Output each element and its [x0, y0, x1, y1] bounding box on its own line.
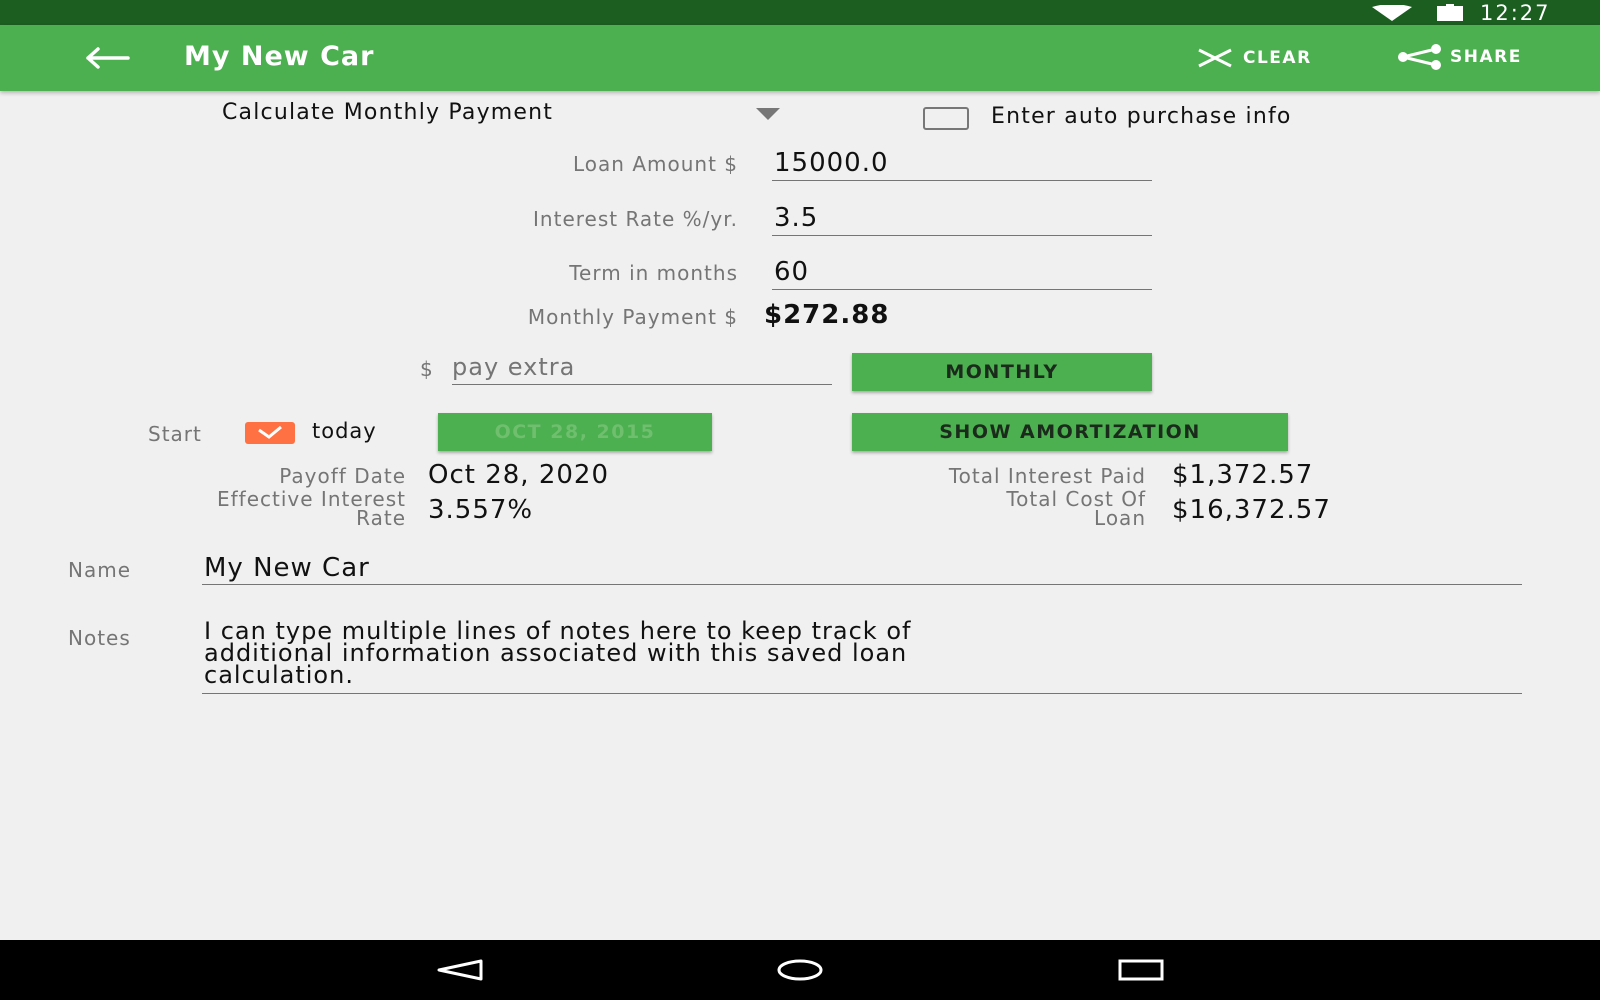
- total-cost-value: $16,372.57: [1172, 495, 1331, 525]
- total-cost-label-line2: Loan: [1094, 506, 1146, 530]
- checkbox-box[interactable]: [923, 107, 969, 130]
- effective-rate-value: 3.557%: [428, 495, 534, 525]
- term-input[interactable]: 60: [772, 253, 1152, 290]
- name-input[interactable]: My New Car: [202, 548, 1522, 585]
- monthly-payment-label: Monthly Payment $: [527, 305, 738, 329]
- interest-rate-input[interactable]: 3.5: [772, 199, 1152, 236]
- system-nav-bar: [0, 940, 1600, 1000]
- name-label: Name: [68, 558, 132, 582]
- total-cost-label: Total Cost Of Loan: [780, 487, 1146, 530]
- loan-amount-input[interactable]: 15000.0: [772, 144, 1152, 181]
- auto-purchase-label: Enter auto purchase info: [991, 104, 1292, 129]
- extra-prefix: $: [420, 357, 434, 381]
- share-icon: [1398, 44, 1441, 70]
- battery-icon: [1437, 4, 1463, 21]
- notes-line-3: calculation.: [204, 661, 354, 689]
- notes-line-2: additional information associated with t…: [204, 639, 908, 667]
- notes-textarea[interactable]: I can type multiple lines of notes here …: [202, 619, 1522, 694]
- wifi-icon: [1372, 5, 1412, 21]
- total-interest-value: $1,372.57: [1172, 460, 1314, 490]
- effective-rate-label: Effective Interest Rate: [100, 489, 406, 530]
- monthly-frequency-button[interactable]: MONTHLY: [852, 353, 1152, 391]
- status-time: 12:27: [1480, 1, 1551, 25]
- auto-purchase-checkbox[interactable]: Enter auto purchase info: [921, 104, 1403, 134]
- dropdown-arrow-icon: [756, 108, 780, 120]
- pay-extra-input[interactable]: [452, 350, 832, 385]
- start-label: Start: [148, 422, 202, 446]
- toolbar-title: My New Car: [184, 41, 375, 72]
- start-date-button[interactable]: OCT 28, 2015: [438, 413, 712, 451]
- calc-mode-selected: Calculate Monthly Payment: [222, 100, 554, 125]
- nav-recents-icon[interactable]: [1118, 959, 1164, 981]
- close-icon: [1198, 48, 1232, 68]
- term-label: Term in months: [569, 261, 738, 285]
- payoff-date-value: Oct 28, 2020: [428, 460, 609, 490]
- loan-amount-value: 15000.0: [774, 148, 889, 178]
- effective-rate-label-line2: Rate: [356, 506, 406, 530]
- term-value: 60: [774, 257, 810, 287]
- checkmark-icon: [258, 425, 282, 439]
- clear-button[interactable]: CLEAR: [1197, 45, 1312, 71]
- payoff-date-label: Payoff Date: [279, 464, 406, 488]
- back-arrow-icon[interactable]: [86, 47, 130, 69]
- app-toolbar: My New Car CLEAR SHARE: [0, 25, 1600, 91]
- interest-rate-value: 3.5: [774, 203, 819, 233]
- calc-mode-dropdown[interactable]: Calculate Monthly Payment: [222, 98, 782, 132]
- today-checkbox[interactable]: [245, 422, 295, 444]
- clear-label: CLEAR: [1243, 48, 1312, 68]
- share-button[interactable]: SHARE: [1396, 43, 1522, 71]
- nav-back-icon[interactable]: [437, 959, 483, 981]
- today-label: today: [312, 419, 377, 443]
- status-bar: 12:27: [0, 0, 1600, 25]
- monthly-payment-value: $272.88: [764, 300, 890, 330]
- share-label: SHARE: [1450, 47, 1522, 67]
- loan-amount-label: Loan Amount $: [573, 152, 738, 176]
- nav-home-icon[interactable]: [776, 958, 824, 982]
- total-cost-label-line1: Total Cost Of: [1006, 487, 1146, 511]
- total-interest-label: Total Interest Paid: [948, 464, 1146, 488]
- name-value: My New Car: [204, 553, 370, 583]
- interest-rate-label: Interest Rate %/yr.: [533, 207, 738, 231]
- notes-label: Notes: [68, 626, 131, 650]
- show-amortization-button[interactable]: SHOW AMORTIZATION: [852, 413, 1288, 451]
